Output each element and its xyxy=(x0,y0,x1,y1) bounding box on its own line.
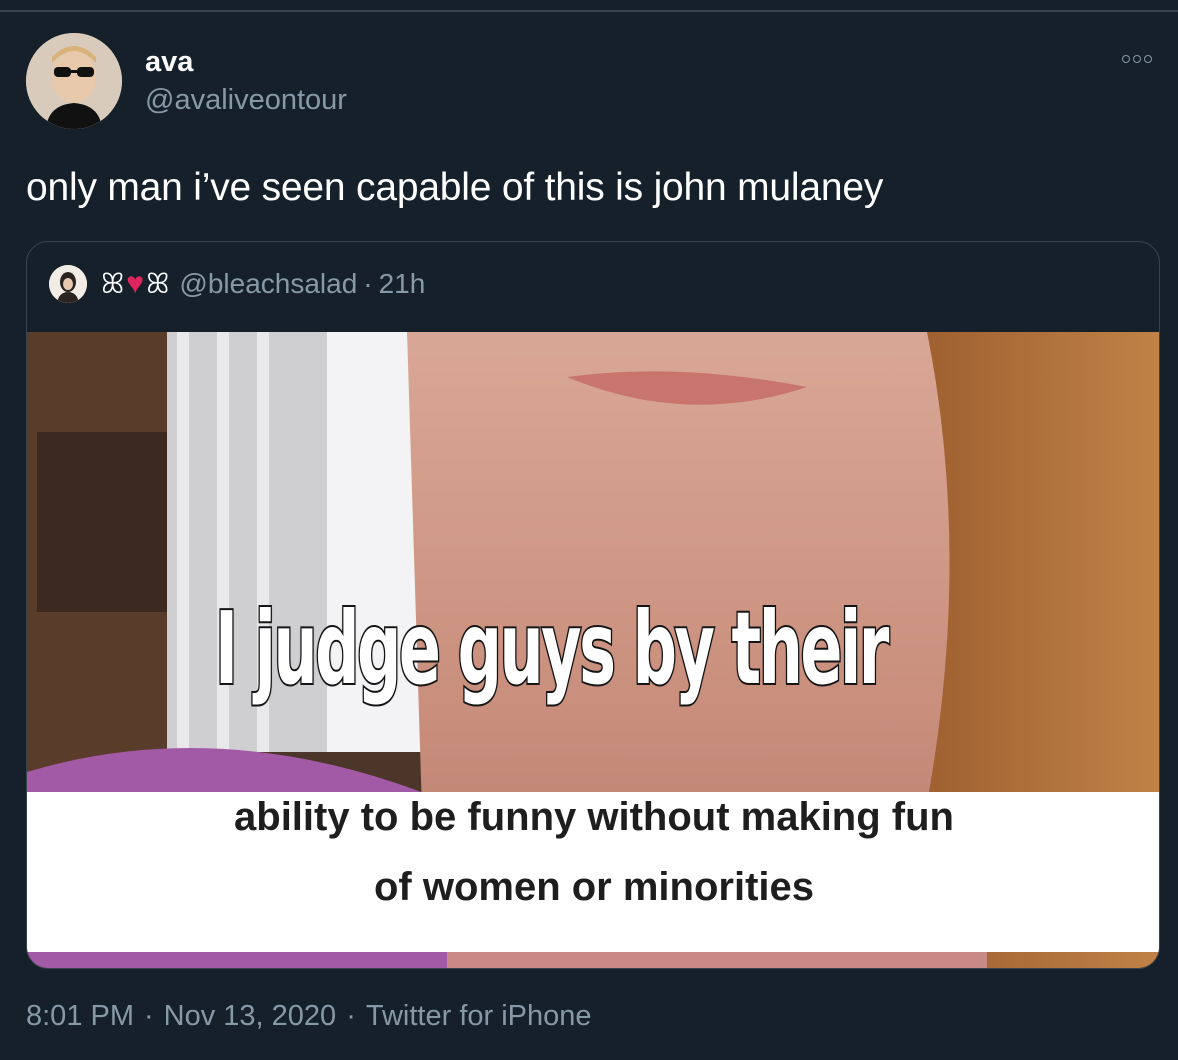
avatar[interactable] xyxy=(26,33,122,129)
quoted-separator: · xyxy=(363,268,373,299)
quoted-handle: @bleachsalad xyxy=(179,268,358,299)
quoted-author-name: ꕤ ♥ ꕤ xyxy=(101,267,169,301)
footer-separator: · xyxy=(346,1000,356,1032)
quoted-tweet[interactable]: ꕤ ♥ ꕤ @bleachsalad · 21h I judge guys by… xyxy=(26,241,1160,969)
tweet-text: only man i’ve seen capable of this is jo… xyxy=(26,166,884,209)
quoted-tweet-header: ꕤ ♥ ꕤ @bleachsalad · 21h xyxy=(49,264,425,304)
quoted-image: I judge guys by their ability to be funn… xyxy=(27,332,1159,968)
top-divider xyxy=(0,10,1178,12)
tweet-date[interactable]: Nov 13, 2020 xyxy=(164,1000,337,1033)
quoted-name-ornament-left: ꕤ xyxy=(101,267,125,299)
author-name[interactable]: ava xyxy=(145,46,193,79)
quoted-timestamp: 21h xyxy=(378,268,426,299)
quoted-avatar xyxy=(49,265,87,303)
meme-caption-line-2: of women or minorities xyxy=(373,865,815,909)
meme-caption: ability to be funny without making fun o… xyxy=(27,782,1159,922)
tweet-time[interactable]: 8:01 PM xyxy=(26,1000,134,1033)
footer-separator: · xyxy=(144,1000,154,1032)
more-options-icon[interactable] xyxy=(1122,52,1162,66)
quoted-name-ornament-right: ꕤ xyxy=(146,267,170,299)
meme-headline: I judge guys by their xyxy=(214,588,891,709)
heart-icon: ♥ xyxy=(126,267,145,300)
author-handle[interactable]: @avaliveontour xyxy=(145,84,347,117)
tweet-source[interactable]: Twitter for iPhone xyxy=(366,1000,592,1033)
tweet-footer: 8:01 PM · Nov 13, 2020 · Twitter for iPh… xyxy=(26,1000,592,1033)
meme-caption-line-1: ability to be funny without making fun xyxy=(234,795,954,839)
avatar-photo xyxy=(26,33,122,129)
